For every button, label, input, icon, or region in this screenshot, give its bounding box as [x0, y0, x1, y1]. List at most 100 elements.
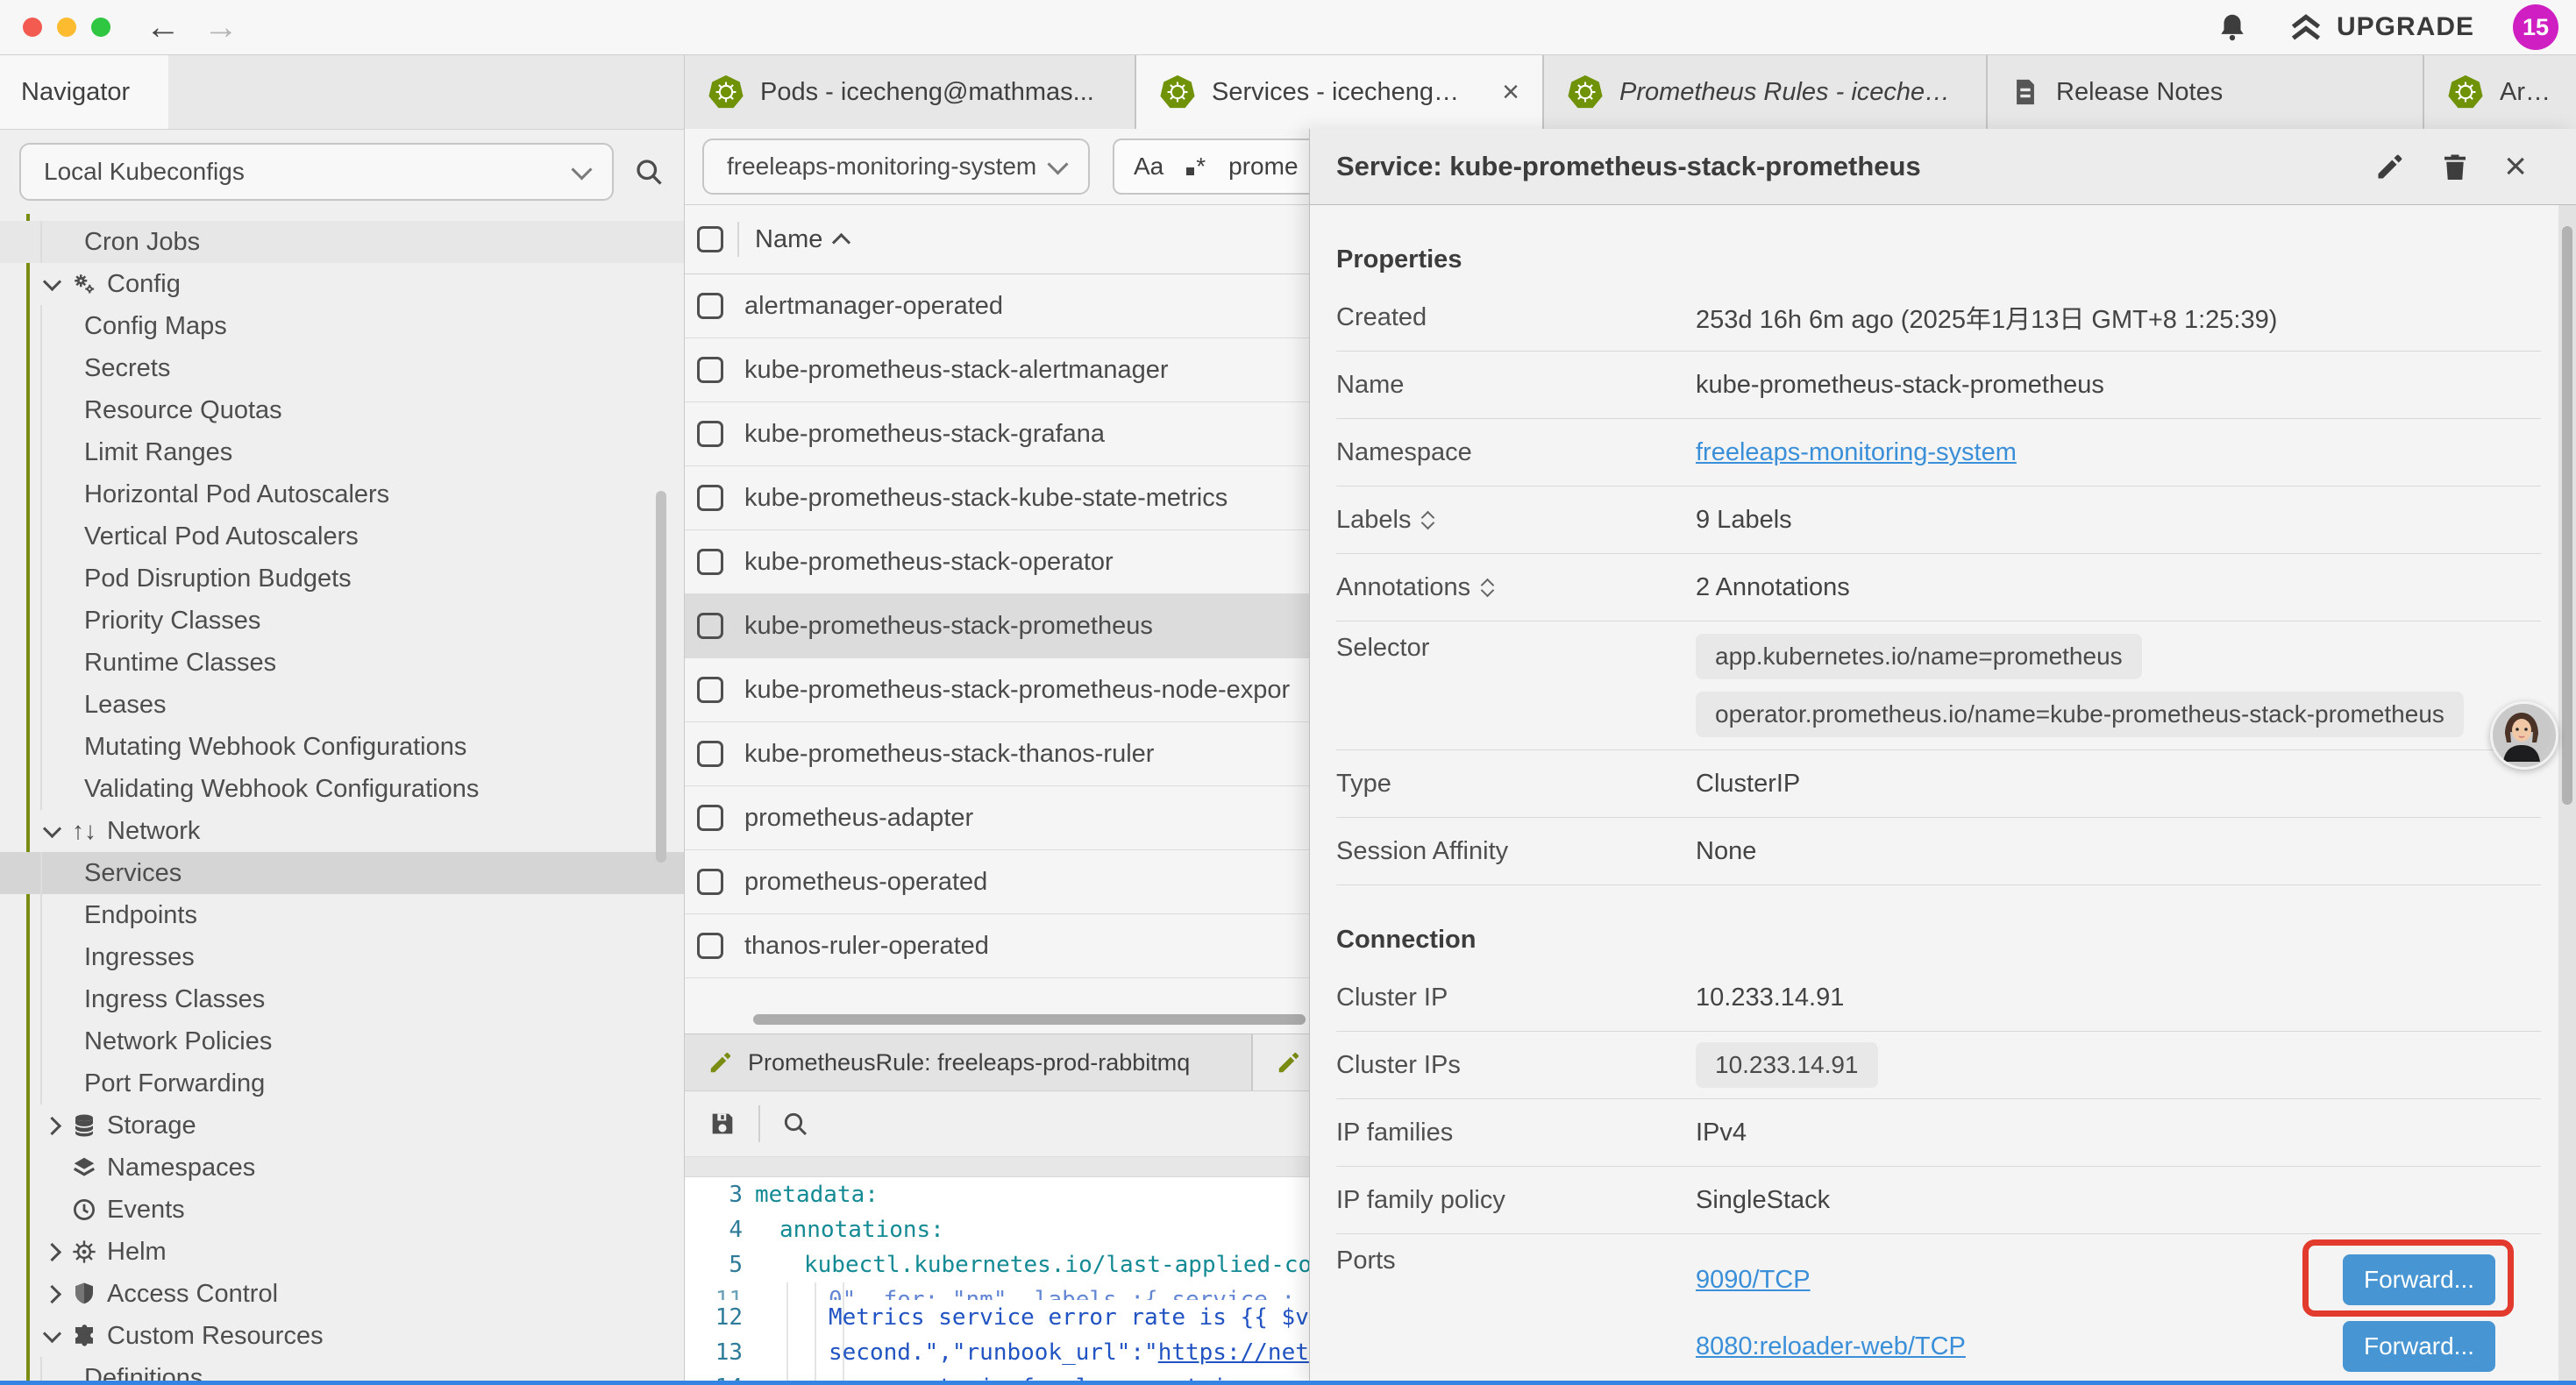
minimize-window-button[interactable] [57, 18, 76, 37]
dock-tab-label: PrometheusRule: freeleaps-prod-rabbitmq [748, 1049, 1190, 1076]
sidebar-item-port-forwarding[interactable]: Port Forwarding [0, 1062, 684, 1104]
service-row-alertmanager-operated[interactable]: alertmanager-operated [685, 274, 1309, 338]
row-checkbox[interactable] [697, 677, 723, 703]
maximize-window-button[interactable] [91, 18, 110, 37]
yaml-editor[interactable]: 3 metadata:4 annotations:5 kubectl.kuber… [685, 1177, 1309, 1385]
sidebar-item-secrets[interactable]: Secrets [0, 347, 684, 389]
service-row-kube-prometheus-stack-alertmanager[interactable]: kube-prometheus-stack-alertmanager [685, 338, 1309, 402]
port-link-8080-reloader-web-tcp[interactable]: 8080:reloader-web/TCP [1696, 1332, 1966, 1361]
service-name: kube-prometheus-stack-alertmanager [744, 356, 1169, 385]
sidebar-item-helm[interactable]: Helm [0, 1231, 684, 1273]
row-checkbox[interactable] [697, 293, 723, 319]
sidebar-search-icon[interactable] [633, 156, 665, 188]
row-checkbox[interactable] [697, 869, 723, 895]
sidebar-item-leases[interactable]: Leases [0, 684, 684, 726]
expand-toggle-icon[interactable] [1423, 513, 1433, 528]
service-row-kube-prometheus-stack-prometheus[interactable]: kube-prometheus-stack-prometheus [685, 594, 1309, 658]
select-all-checkbox[interactable] [697, 226, 723, 252]
delete-trash-icon[interactable] [2439, 151, 2471, 182]
tab-pods-icecheng-mathmas[interactable]: Pods - icecheng@mathmas... [685, 55, 1136, 129]
save-icon[interactable] [708, 1109, 737, 1139]
chevron-right-icon [40, 1288, 63, 1301]
namespace-filter-select[interactable]: freeleaps-monitoring-system [702, 138, 1090, 195]
sidebar-item-label: Limit Ranges [84, 438, 232, 467]
dock-tab-prometheusrule-freeleaps-prod-rabbitmq[interactable]: PrometheusRule: freeleaps-prod-rabbitmq [685, 1034, 1253, 1090]
port-link-9090-tcp[interactable]: 9090/TCP [1696, 1266, 1811, 1295]
sidebar-item-config[interactable]: Config [0, 263, 684, 305]
row-checkbox[interactable] [697, 613, 723, 639]
sidebar-item-priority-classes[interactable]: Priority Classes [0, 600, 684, 642]
sidebar-item-network[interactable]: ↑↓Network [0, 810, 684, 852]
row-checkbox[interactable] [697, 549, 723, 575]
sidebar-item-network-policies[interactable]: Network Policies [0, 1020, 684, 1062]
close-icon[interactable]: × [2504, 147, 2527, 186]
tab-argo-se[interactable]: Argo Se [2424, 55, 2576, 129]
forward-button[interactable]: Forward... [2343, 1254, 2495, 1305]
tab-prometheus-rules-icecheng[interactable]: Prometheus Rules - icecheng... [1544, 55, 1988, 129]
value-badge: operator.prometheus.io/name=kube-prometh… [1696, 692, 2464, 737]
sidebar-item-services[interactable]: Services [0, 852, 684, 894]
sidebar-item-horizontal-pod-autoscalers[interactable]: Horizontal Pod Autoscalers [0, 473, 684, 515]
row-checkbox[interactable] [697, 741, 723, 767]
sidebar-item-label: Namespaces [107, 1154, 255, 1183]
row-checkbox[interactable] [697, 357, 723, 383]
sidebar-item-vertical-pod-autoscalers[interactable]: Vertical Pod Autoscalers [0, 515, 684, 558]
sidebar-item-cron-jobs[interactable]: Cron Jobs [0, 221, 684, 263]
service-row-kube-prometheus-stack-prometheus-node-expor[interactable]: kube-prometheus-stack-prometheus-node-ex… [685, 658, 1309, 722]
name-column-header[interactable]: Name [755, 225, 848, 254]
horizontal-scrollbar[interactable] [753, 1014, 1306, 1025]
list-search-input[interactable]: Aa * prome [1113, 138, 1309, 195]
sidebar-item-pod-disruption-budgets[interactable]: Pod Disruption Budgets [0, 558, 684, 600]
notifications-bell-icon[interactable] [2216, 11, 2249, 44]
sidebar-item-custom-resources[interactable]: Custom Resources [0, 1315, 684, 1357]
editor-search-icon[interactable] [781, 1110, 809, 1138]
sidebar-item-namespaces[interactable]: Namespaces [0, 1147, 684, 1189]
sidebar-item-ingress-classes[interactable]: Ingress Classes [0, 978, 684, 1020]
expand-toggle-icon[interactable] [1483, 580, 1492, 595]
sidebar-item-label: Config Maps [84, 312, 227, 341]
kubeconfig-select[interactable]: Local Kubeconfigs [19, 143, 614, 201]
service-row-prometheus-adapter[interactable]: prometheus-adapter [685, 786, 1309, 850]
service-row-kube-prometheus-stack-kube-state-metrics[interactable]: kube-prometheus-stack-kube-state-metrics [685, 466, 1309, 530]
sidebar-item-limit-ranges[interactable]: Limit Ranges [0, 431, 684, 473]
sidebar-item-validating-webhook-configurations[interactable]: Validating Webhook Configurations [0, 768, 684, 810]
row-checkbox[interactable] [697, 805, 723, 831]
notification-count-badge[interactable]: 15 [2513, 4, 2558, 50]
forward-icon[interactable]: → [203, 10, 238, 45]
upgrade-button[interactable]: UPGRADE [2288, 9, 2474, 46]
dock-tab-clipped[interactable] [1253, 1034, 1309, 1090]
row-checkbox[interactable] [697, 485, 723, 511]
drawer-scrollbar[interactable] [2558, 205, 2576, 1385]
sidebar-item-access-control[interactable]: Access Control [0, 1273, 684, 1315]
sidebar-item-ingresses[interactable]: Ingresses [0, 936, 684, 978]
sidebar-item-events[interactable]: Events [0, 1189, 684, 1231]
sidebar-item-endpoints[interactable]: Endpoints [0, 894, 684, 936]
tab-label: Argo Se [2500, 78, 2553, 107]
user-avatar[interactable] [2490, 701, 2558, 770]
sidebar-item-resource-quotas[interactable]: Resource Quotas [0, 389, 684, 431]
namespace-link[interactable]: freeleaps-monitoring-system [1696, 438, 2017, 466]
close-window-button[interactable] [23, 18, 42, 37]
sidebar-item-runtime-classes[interactable]: Runtime Classes [0, 642, 684, 684]
sidebar-item-label: Priority Classes [84, 607, 260, 636]
service-row-prometheus-operated[interactable]: prometheus-operated [685, 850, 1309, 914]
close-tab-icon[interactable]: × [1493, 75, 1519, 110]
row-checkbox[interactable] [697, 933, 723, 959]
match-case-toggle[interactable]: Aa [1134, 153, 1163, 181]
code-link[interactable]: https://net [1158, 1339, 1309, 1366]
edit-pencil-icon[interactable] [2374, 151, 2406, 182]
sidebar-item-config-maps[interactable]: Config Maps [0, 305, 684, 347]
service-row-thanos-ruler-operated[interactable]: thanos-ruler-operated [685, 914, 1309, 978]
forward-button[interactable]: Forward... [2343, 1321, 2495, 1372]
sidebar-scrollbar[interactable] [656, 491, 666, 863]
back-icon[interactable]: ← [146, 10, 181, 45]
service-row-kube-prometheus-stack-operator[interactable]: kube-prometheus-stack-operator [685, 530, 1309, 594]
row-checkbox[interactable] [697, 421, 723, 447]
service-row-kube-prometheus-stack-thanos-ruler[interactable]: kube-prometheus-stack-thanos-ruler [685, 722, 1309, 786]
tab-release-notes[interactable]: Release Notes [1988, 55, 2424, 129]
service-row-kube-prometheus-stack-grafana[interactable]: kube-prometheus-stack-grafana [685, 402, 1309, 466]
sidebar-item-mutating-webhook-configurations[interactable]: Mutating Webhook Configurations [0, 726, 684, 768]
tab-services-icecheng-math[interactable]: Services - icecheng@math...× [1136, 55, 1544, 129]
sidebar-item-storage[interactable]: Storage [0, 1104, 684, 1147]
regex-toggle[interactable]: * [1186, 153, 1206, 181]
